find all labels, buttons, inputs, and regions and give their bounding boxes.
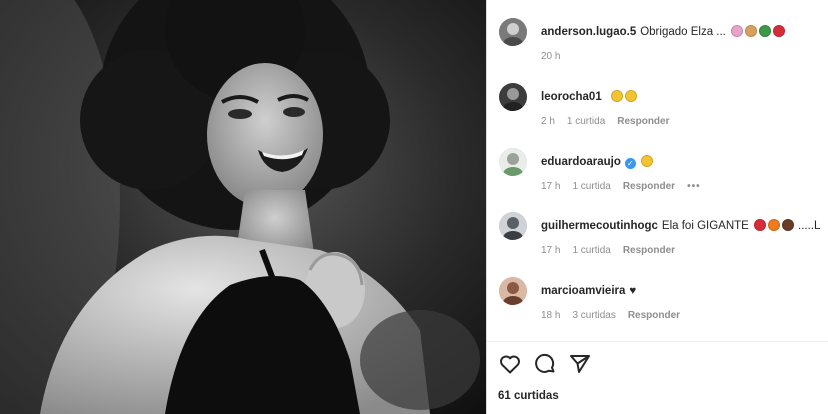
avatar[interactable]	[499, 277, 527, 305]
comment-item: guilhermecoutinhogc Ela foi GIGANTE .....…	[499, 212, 828, 272]
comment-item: anderson.lugao.5 Obrigado Elza ... 20 h	[499, 18, 828, 78]
comment-item: eduardoaraujo ✓ 17 h 1 curtida Responder •••	[499, 148, 828, 208]
comment-meta: 18 h 3 curtidas Responder	[541, 310, 692, 321]
reply-button[interactable]: Responder	[628, 310, 680, 321]
reply-button[interactable]: Responder	[617, 116, 669, 127]
comment-line: eduardoaraujo ✓	[541, 154, 654, 170]
avatar[interactable]	[499, 83, 527, 111]
comment-meta: 20 h	[541, 51, 572, 62]
reply-button[interactable]: Responder	[623, 181, 675, 192]
comment-likes[interactable]: 1 curtida	[572, 181, 610, 192]
avatar[interactable]	[499, 18, 527, 46]
crying-emoji-icon	[624, 90, 637, 102]
comment-icon[interactable]	[533, 352, 557, 376]
reply-button[interactable]: Responder	[623, 245, 675, 256]
comment-time[interactable]: 2 h	[541, 116, 555, 127]
fire-emoji-icon	[768, 219, 781, 231]
comments-list: anderson.lugao.5 Obrigado Elza ... 20 h l…	[487, 0, 828, 340]
comment-username[interactable]: guilhermecoutinhogc	[541, 220, 658, 232]
comment-username[interactable]: anderson.lugao.5	[541, 26, 636, 38]
brown-heart-emoji-icon	[782, 219, 795, 231]
likes-count[interactable]: 61 curtidas	[498, 390, 559, 402]
post-image	[0, 0, 486, 414]
comment-username[interactable]: leorocha01	[541, 91, 602, 103]
avatar[interactable]	[499, 148, 527, 176]
comment-time[interactable]: 17 h	[541, 245, 560, 256]
comment-meta: 17 h 1 curtida Responder	[541, 245, 687, 256]
share-icon[interactable]	[568, 352, 592, 376]
comment-item: leorocha01 2 h 1 curtida Responder	[499, 83, 828, 143]
comment-meta: 17 h 1 curtida Responder •••	[541, 181, 713, 192]
more-options-icon[interactable]: •••	[687, 181, 701, 192]
comment-line: guilhermecoutinhogc Ela foi GIGANTE .....…	[541, 218, 820, 234]
comment-username[interactable]: eduardoaraujo	[541, 156, 621, 168]
hands-emoji-icon	[745, 25, 758, 37]
sad-emoji-icon	[641, 155, 654, 167]
actions-divider	[487, 341, 828, 342]
crying-emoji-icon	[610, 90, 623, 102]
comment-text: Ela foi GIGANTE	[661, 220, 749, 232]
comment-text: Obrigado Elza ...	[640, 26, 726, 38]
comment-meta: 2 h 1 curtida Responder	[541, 116, 682, 127]
avatar[interactable]	[499, 212, 527, 240]
post-photo	[0, 0, 486, 414]
comment-line: marcioamvieira ♥	[541, 283, 636, 299]
red-heart-emoji-icon	[773, 25, 786, 37]
comment-username[interactable]: marcioamvieira	[541, 285, 625, 297]
comment-item: marcioamvieira ♥ 18 h 3 curtidas Responder	[499, 277, 828, 337]
comment-likes[interactable]: 1 curtida	[567, 116, 605, 127]
comment-line: anderson.lugao.5 Obrigado Elza ...	[541, 24, 786, 40]
heart-icon[interactable]	[498, 352, 522, 376]
green-heart-emoji-icon	[759, 25, 772, 37]
comment-time[interactable]: 18 h	[541, 310, 560, 321]
comment-time[interactable]: 17 h	[541, 181, 560, 192]
comment-text-suffix: .....L	[798, 220, 821, 232]
flower-emoji-icon	[731, 25, 744, 37]
verified-badge-icon: ✓	[624, 158, 636, 169]
comment-likes[interactable]: 1 curtida	[572, 245, 610, 256]
comment-line: leorocha01	[541, 89, 637, 105]
comment-text: ♥	[629, 285, 637, 297]
comment-time[interactable]: 20 h	[541, 51, 560, 62]
red-heart-emoji-icon	[754, 219, 767, 231]
comment-likes[interactable]: 3 curtidas	[572, 310, 615, 321]
